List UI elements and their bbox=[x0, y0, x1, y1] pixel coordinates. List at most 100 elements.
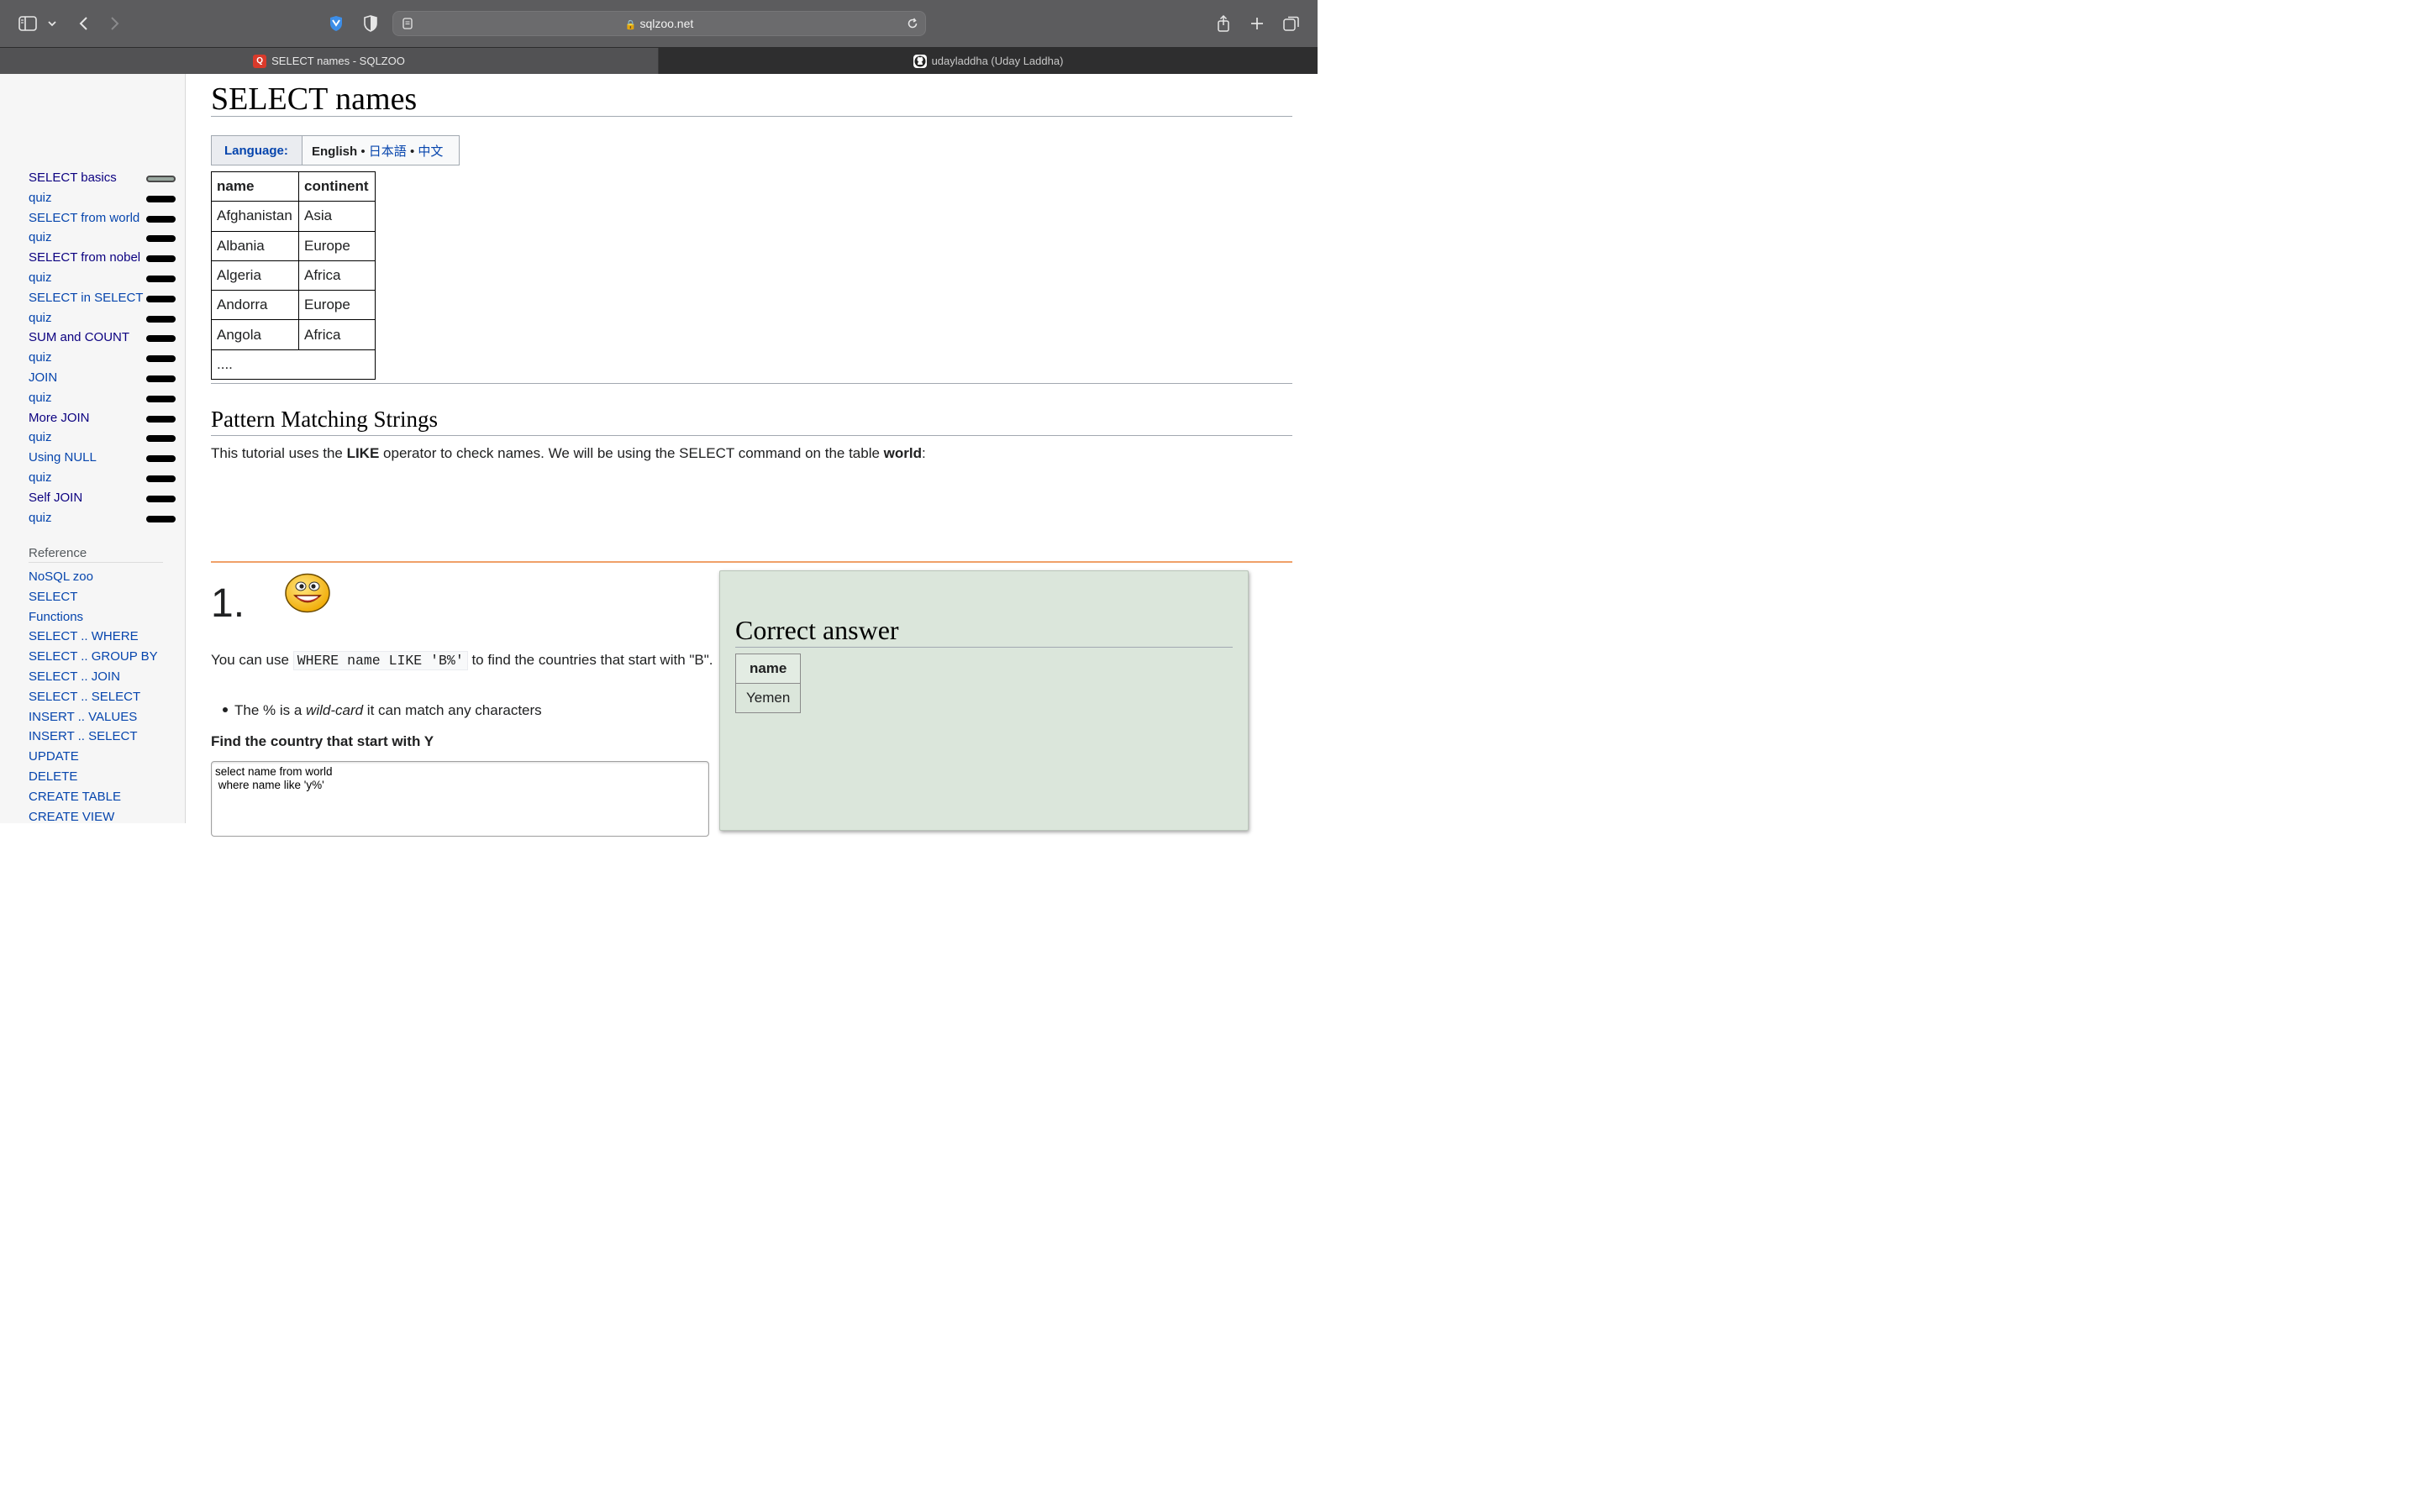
cell-name: Albania bbox=[211, 230, 299, 261]
reference-link[interactable]: Functions bbox=[29, 610, 158, 630]
table-ellipsis: .... bbox=[211, 349, 376, 381]
sidebar-item: Using NULL bbox=[29, 448, 180, 468]
sidebar-link[interactable]: quiz bbox=[29, 391, 52, 405]
tab-github[interactable]: udayladdha (Uday Laddha) bbox=[659, 48, 1318, 74]
progress-indicator bbox=[146, 195, 176, 202]
sidebar-link[interactable]: quiz bbox=[29, 311, 52, 325]
language-link-japanese[interactable]: 日本語 bbox=[369, 144, 407, 159]
intro-text: operator to check names. We will be usin… bbox=[379, 445, 884, 461]
language-link-chinese[interactable]: 中文 bbox=[418, 144, 443, 159]
extension-shield-icon[interactable] bbox=[327, 14, 345, 33]
sidebar-link[interactable]: SELECT in SELECT bbox=[29, 291, 143, 305]
sidebar-link[interactable]: quiz bbox=[29, 470, 52, 485]
sidebar-link[interactable]: JOIN bbox=[29, 370, 57, 385]
answer-title: Correct answer bbox=[735, 615, 899, 645]
answer-cell: Yemen bbox=[734, 683, 802, 713]
progress-indicator bbox=[146, 415, 176, 423]
sidebar-item: quiz bbox=[29, 508, 180, 528]
answer-header-name: name bbox=[734, 654, 802, 684]
question-text-part: to find the countries that start with "B… bbox=[467, 652, 713, 668]
sidebar-link[interactable]: quiz bbox=[29, 350, 52, 365]
table-row: Albania Europe bbox=[211, 230, 376, 261]
table-row: Angola Africa bbox=[211, 319, 376, 350]
url-text: sqlzoo.net bbox=[639, 17, 694, 30]
sidebar-link[interactable]: More JOIN bbox=[29, 411, 90, 425]
address-bar[interactable]: 🔒 sqlzoo.net bbox=[392, 11, 926, 36]
progress-indicator bbox=[146, 375, 176, 382]
table-header-continent: continent bbox=[298, 171, 376, 202]
sidebar-item: SUM and COUNT bbox=[29, 328, 180, 348]
github-icon bbox=[913, 54, 927, 68]
language-separator: • bbox=[357, 144, 369, 159]
answer-table: name Yemen bbox=[734, 654, 802, 713]
sidebar-item: SELECT basics bbox=[29, 168, 180, 188]
cell-continent: Europe bbox=[298, 290, 376, 321]
sidebar-link[interactable]: SELECT basics bbox=[29, 171, 117, 185]
sql-editor[interactable]: select name from world where name like '… bbox=[211, 761, 709, 837]
sidebar: SELECT basics quiz SELECT from world quiz SE… bbox=[0, 74, 186, 824]
bullet-text: The % is a bbox=[234, 702, 307, 718]
tab-title: SELECT names - SQLZOO bbox=[271, 55, 405, 67]
bullet-icon bbox=[223, 706, 228, 712]
tab-overview-icon[interactable] bbox=[1282, 14, 1301, 33]
question-bullet: The % is a wild-card it can match any ch… bbox=[223, 702, 542, 719]
intro-world-table-name: world bbox=[883, 445, 923, 461]
progress-indicator bbox=[146, 355, 176, 363]
sidebar-item: SELECT from world bbox=[29, 208, 180, 228]
answer-panel: Correct answer name Yemen bbox=[719, 570, 1249, 831]
share-icon[interactable] bbox=[1215, 13, 1232, 34]
table-row: Algeria Africa bbox=[211, 260, 376, 291]
reload-icon[interactable] bbox=[906, 17, 919, 30]
sidebar-link[interactable]: SELECT from nobel bbox=[29, 250, 140, 265]
chevron-down-icon[interactable] bbox=[46, 17, 58, 30]
reference-link[interactable]: CREATE VIEW bbox=[29, 810, 158, 830]
reference-link[interactable]: UPDATE bbox=[29, 749, 158, 769]
new-tab-icon[interactable] bbox=[1249, 15, 1265, 32]
sidebar-link[interactable]: quiz bbox=[29, 270, 52, 285]
reference-link[interactable]: SELECT .. WHERE bbox=[29, 629, 158, 649]
reference-link[interactable]: CREATE TABLE bbox=[29, 790, 158, 810]
reference-link[interactable]: SELECT .. SELECT bbox=[29, 690, 158, 710]
tab-sqlzoo[interactable]: Q SELECT names - SQLZOO bbox=[0, 48, 658, 74]
sidebar-item: quiz bbox=[29, 388, 180, 408]
progress-indicator bbox=[146, 315, 176, 323]
bullet-text: it can match any characters bbox=[363, 702, 542, 718]
sidebar-link[interactable]: quiz bbox=[29, 511, 52, 525]
sidebar-link[interactable]: SELECT from world bbox=[29, 211, 139, 225]
language-options: English • 日本語 • 中文 bbox=[302, 136, 459, 165]
reference-link[interactable]: SELECT .. GROUP BY bbox=[29, 649, 158, 669]
sidebar-link[interactable]: quiz bbox=[29, 430, 52, 444]
reference-link[interactable]: NoSQL zoo bbox=[29, 570, 158, 590]
sidebar-link[interactable]: quiz bbox=[29, 230, 52, 244]
sidebar-link[interactable]: Self JOIN bbox=[29, 491, 82, 505]
table-row: .... bbox=[211, 349, 376, 381]
reference-link[interactable]: INSERT .. SELECT bbox=[29, 729, 158, 749]
back-arrow-icon[interactable] bbox=[76, 15, 91, 32]
sidebar-link[interactable]: Using NULL bbox=[29, 450, 97, 465]
cell-continent: Asia bbox=[298, 201, 376, 232]
progress-indicator bbox=[146, 215, 176, 223]
divider bbox=[211, 383, 1292, 384]
cell-continent: Africa bbox=[298, 260, 376, 291]
world-table-body: Afghanistan Asia Albania Europe Algeria Afric… bbox=[211, 201, 376, 381]
language-label: Language: bbox=[212, 136, 302, 165]
reference-link[interactable]: INSERT .. VALUES bbox=[29, 710, 158, 730]
reference-link[interactable]: DELETE bbox=[29, 769, 158, 790]
sidebar-item: Self JOIN bbox=[29, 488, 180, 508]
reference-link[interactable]: SELECT .. JOIN bbox=[29, 669, 158, 690]
sidebar-toggle-icon[interactable] bbox=[18, 15, 37, 32]
progress-indicator bbox=[146, 255, 176, 263]
reference-link[interactable]: SELECT bbox=[29, 590, 158, 610]
progress-indicator bbox=[146, 395, 176, 402]
sidebar-link[interactable]: quiz bbox=[29, 191, 52, 205]
language-separator: • bbox=[406, 144, 418, 159]
progress-indicator bbox=[146, 435, 176, 443]
sidebar-link[interactable]: SUM and COUNT bbox=[29, 330, 129, 344]
privacy-shield-icon[interactable] bbox=[361, 14, 380, 33]
reference-heading: Reference bbox=[29, 546, 163, 563]
divider bbox=[211, 116, 1292, 117]
page-title: SELECT names bbox=[211, 81, 418, 117]
browser-toolbar: 🔒 sqlzoo.net bbox=[0, 0, 1318, 47]
question-text-part: You can use bbox=[211, 652, 293, 668]
forward-arrow-icon[interactable] bbox=[108, 15, 123, 32]
